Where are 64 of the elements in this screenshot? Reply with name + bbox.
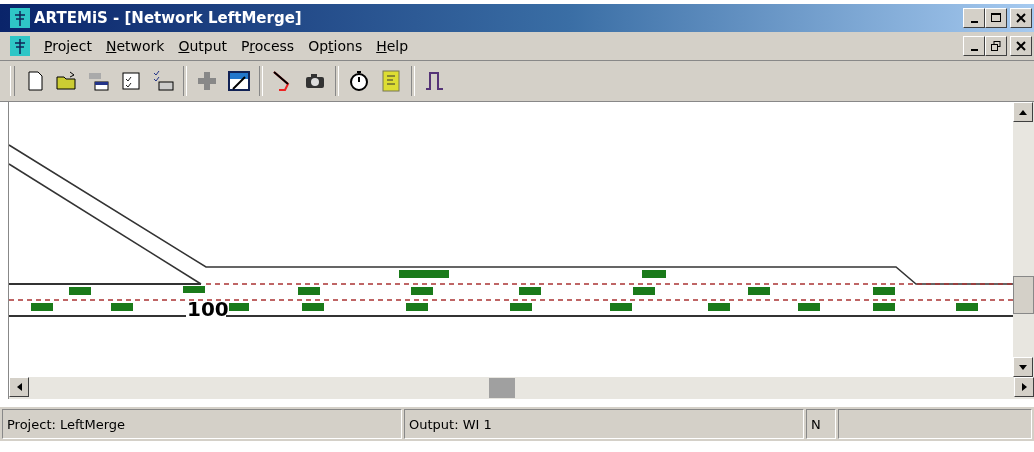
report-icon[interactable] (379, 69, 403, 93)
status-pane: Project: LeftMerge (2, 409, 402, 439)
minimize-icon (970, 49, 978, 51)
restore-button[interactable] (985, 36, 1007, 56)
stopwatch-icon[interactable] (347, 69, 371, 93)
vehicle-marker (298, 287, 320, 295)
close-icon (1016, 41, 1026, 51)
vehicle-marker (873, 287, 895, 295)
vehicle-marker (406, 303, 428, 311)
menu-item[interactable]: Process (241, 38, 295, 54)
vehicle-marker (111, 303, 133, 311)
minimize-icon (970, 21, 978, 23)
vehicle-marker (31, 303, 53, 311)
left-arrow-icon (16, 383, 22, 391)
minimize-button[interactable] (963, 36, 985, 56)
maximize-icon (991, 13, 1001, 23)
vehicle-marker (642, 270, 666, 278)
maximize-button[interactable] (985, 8, 1007, 28)
app-icon (10, 8, 30, 28)
vehicle-marker (748, 287, 770, 295)
close-icon (1016, 13, 1026, 23)
menu-item[interactable]: Project (44, 38, 92, 54)
down-arrow-icon (1019, 364, 1027, 370)
restore-icon (991, 41, 1001, 51)
vehicle-marker (956, 303, 978, 311)
vehicle-marker (610, 303, 632, 311)
scroll-thumb[interactable] (1013, 275, 1034, 314)
link-label: 100 (187, 297, 229, 321)
scroll-right-button[interactable] (1014, 377, 1034, 397)
scroll-thumb[interactable] (489, 378, 515, 398)
vehicle-marker (510, 303, 532, 311)
close-button[interactable] (1010, 36, 1032, 56)
menu-item[interactable]: Help (376, 38, 409, 54)
status-pane: N (806, 409, 836, 439)
scroll-down-button[interactable] (1013, 357, 1033, 377)
menu-item[interactable]: Options (308, 38, 363, 54)
vehicle-marker (399, 270, 449, 278)
vehicle-marker (519, 287, 541, 295)
vehicle-marker (229, 303, 249, 311)
vehicle-marker (633, 287, 655, 295)
horizontal-scrollbar[interactable] (9, 377, 1034, 399)
picture-edit-icon[interactable] (227, 69, 251, 93)
minimize-button[interactable] (963, 8, 985, 28)
open-folder-icon[interactable] (55, 69, 79, 93)
scroll-up-button[interactable] (1013, 102, 1033, 122)
vehicle-marker (708, 303, 730, 311)
menu-item[interactable]: Output (178, 38, 228, 54)
up-arrow-icon (1019, 109, 1027, 115)
vehicle-marker (411, 287, 433, 295)
menu-item[interactable]: Network (105, 38, 165, 54)
vehicle-marker (183, 286, 205, 293)
vehicle-marker (798, 303, 820, 311)
status-pane: Output: WI 1 (404, 409, 804, 439)
window-title: ARTEMiS - [Network LeftMerge] (34, 9, 302, 27)
vertical-scrollbar[interactable] (1013, 102, 1034, 377)
vehicle-marker (873, 303, 895, 311)
scroll-left-button[interactable] (9, 377, 29, 397)
checked-folder-icon[interactable] (151, 69, 175, 93)
document-icon[interactable] (10, 36, 30, 56)
close-button[interactable] (1010, 8, 1032, 28)
checklist-icon[interactable] (119, 69, 143, 93)
vehicle-marker (302, 303, 324, 311)
right-arrow-icon (1021, 383, 1027, 391)
vehicle-marker (69, 287, 91, 295)
